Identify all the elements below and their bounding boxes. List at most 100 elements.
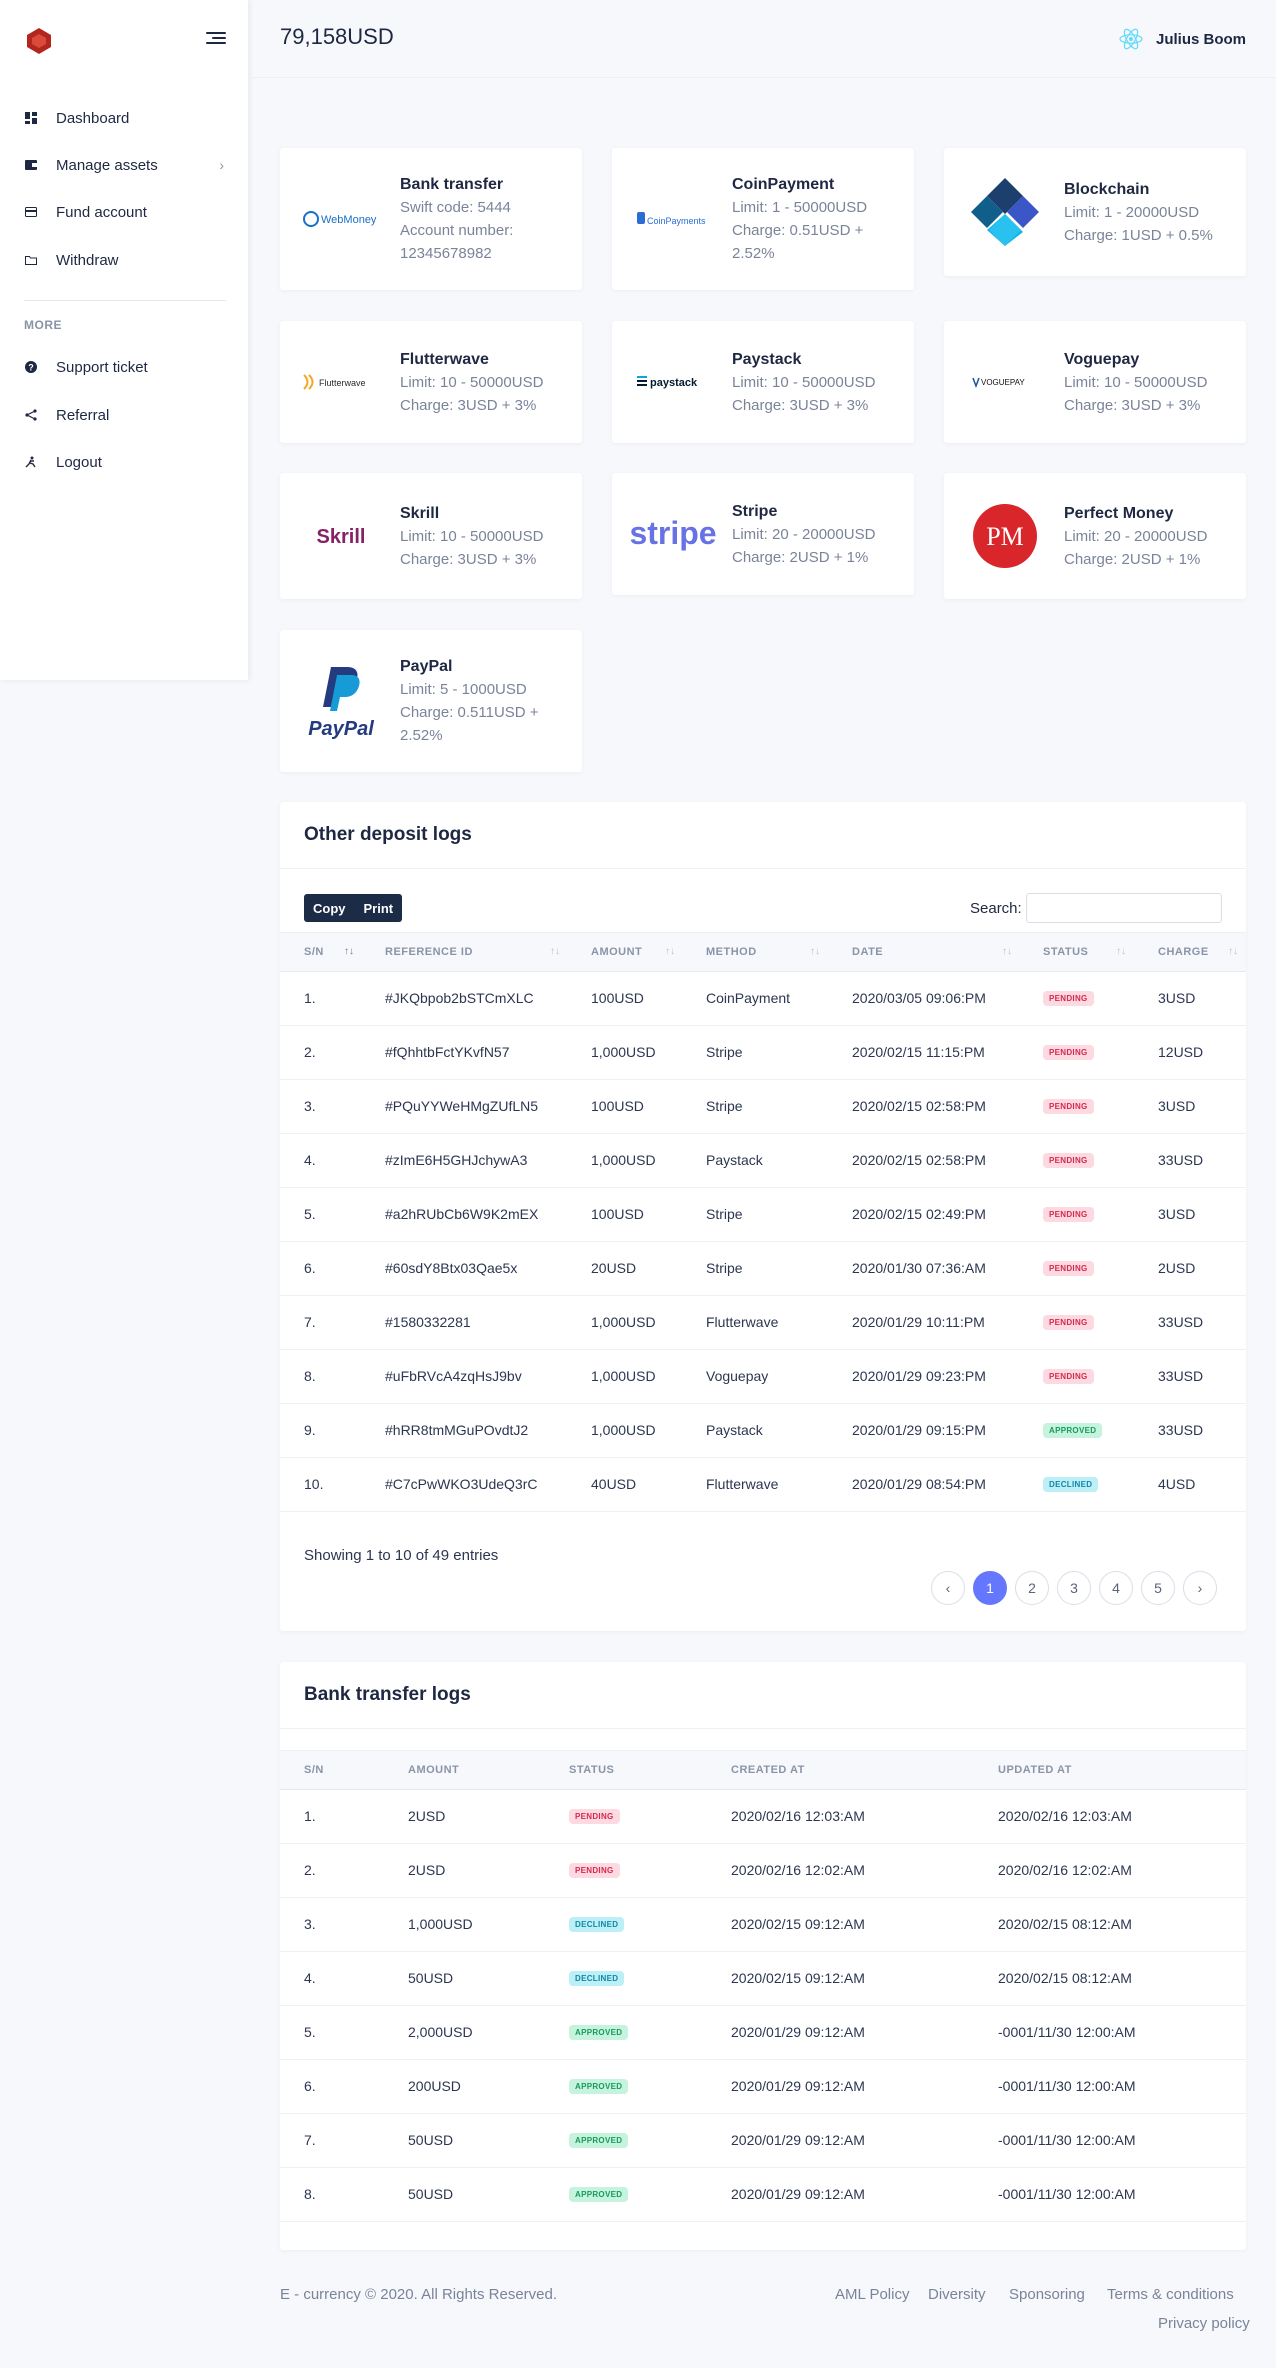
wallet-icon — [24, 158, 38, 172]
table-cell: Stripe — [706, 1098, 743, 1114]
method-card-perfect-money[interactable]: PM Perfect Money Limit: 20 - 20000USD Ch… — [944, 473, 1246, 599]
table-cell: 3. — [304, 1916, 316, 1932]
table-cell: 33USD — [1158, 1422, 1204, 1438]
sidebar-item-label: Logout — [56, 453, 102, 471]
status-badge: PENDING — [1043, 1315, 1094, 1330]
sort-asc-icon[interactable]: ↑↓ — [344, 946, 354, 957]
pagination-next-icon[interactable]: › — [1183, 1571, 1217, 1605]
sidebar-item-manage-assets[interactable]: Manage assets › — [24, 153, 224, 177]
footer-link-privacy-policy[interactable]: Privacy policy — [1158, 2315, 1250, 2332]
column-header: CREATED AT — [731, 1764, 805, 1776]
sidebar-item-fund-account[interactable]: Fund account — [24, 200, 224, 224]
method-card-paypal[interactable]: PayPal PayPal Limit: 5 - 1000USD Charge:… — [280, 630, 582, 772]
column-header: S/N — [304, 1764, 324, 1776]
table-cell: 2020/02/15 09:12:AM — [731, 1970, 865, 1986]
table-cell: 2020/02/15 02:58:PM — [852, 1098, 986, 1114]
table-cell: 2020/02/15 02:49:PM — [852, 1206, 986, 1222]
table-cell: -0001/11/30 12:00:AM — [998, 2186, 1136, 2202]
svg-text:PM: PM — [986, 522, 1024, 551]
table-cell: 2020/03/05 09:06:PM — [852, 990, 986, 1006]
table-cell: #zImE6H5GHJchywA3 — [385, 1152, 528, 1168]
method-card-paystack[interactable]: paystack Paystack Limit: 10 - 50000USD C… — [612, 321, 914, 443]
method-card-skrill[interactable]: Skrill Skrill Limit: 10 - 50000USD Charg… — [280, 473, 582, 599]
method-detail: Limit: 20 - 20000USD — [1064, 527, 1208, 545]
footer-link-diversity[interactable]: Diversity — [928, 2286, 986, 2303]
menu-toggle-icon[interactable] — [206, 29, 226, 47]
table-row: 3. #PQuYYWeHMgZUfLN5 100USD Stripe 2020/02/1… — [280, 1080, 1246, 1134]
table-cell: 2020/01/29 10:11:PM — [852, 1314, 985, 1330]
print-button[interactable]: Print — [355, 901, 403, 916]
method-card-coinpayment[interactable]: CoinPayments CoinPayment Limit: 1 - 5000… — [612, 148, 914, 290]
react-logo-icon — [1119, 28, 1143, 50]
pagination-page[interactable]: 4 — [1099, 1571, 1133, 1605]
table-cell: 50USD — [408, 2186, 454, 2202]
method-detail: Charge: 3USD + 3% — [400, 550, 537, 568]
table-cell: 2020/01/29 09:12:AM — [731, 2078, 865, 2094]
folder-icon — [24, 253, 38, 267]
column-header[interactable]: S/N — [304, 946, 324, 958]
sort-icon[interactable]: ↑↓ — [1002, 946, 1012, 957]
sort-icon[interactable]: ↑↓ — [550, 946, 560, 957]
method-card-flutterwave[interactable]: Flutterwave Flutterwave Limit: 10 - 5000… — [280, 321, 582, 443]
sidebar-item-dashboard[interactable]: Dashboard — [24, 106, 224, 130]
table-cell: 33USD — [1158, 1314, 1204, 1330]
footer-link-terms[interactable]: Terms & conditions — [1107, 2286, 1234, 2303]
panel-title: Bank transfer logs — [304, 1684, 471, 1705]
method-name: Skrill — [400, 504, 440, 522]
sidebar-item-logout[interactable]: Logout — [24, 450, 224, 474]
method-card-blockchain[interactable]: Blockchain Limit: 1 - 20000USD Charge: 1… — [944, 148, 1246, 276]
table-row: 4. #zImE6H5GHJchywA3 1,000USD Paystack 2020/… — [280, 1134, 1246, 1188]
table-cell: 1,000USD — [591, 1422, 656, 1438]
sidebar-item-withdraw[interactable]: Withdraw — [24, 248, 224, 272]
export-buttons: Copy Print — [304, 894, 403, 922]
footer-link-aml-policy[interactable]: AML Policy — [835, 2286, 909, 2303]
pagination-page[interactable]: 1 — [973, 1571, 1007, 1605]
sort-icon[interactable]: ↑↓ — [665, 946, 675, 957]
sidebar-item-support-ticket[interactable]: ? Support ticket — [24, 355, 224, 379]
copy-button[interactable]: Copy — [304, 901, 355, 916]
account-balance: 79,158USD — [280, 24, 394, 49]
sort-icon[interactable]: ↑↓ — [1228, 946, 1238, 957]
sidebar-item-referral[interactable]: Referral — [24, 403, 224, 427]
table-cell: 2020/02/15 11:15:PM — [852, 1044, 985, 1060]
pagination-page[interactable]: 5 — [1141, 1571, 1175, 1605]
column-header[interactable]: AMOUNT — [591, 946, 642, 958]
status-badge: APPROVED — [569, 2187, 629, 2202]
table-row: 5. 2,000USD APPROVED 2020/01/29 09:12:AM -00… — [280, 2006, 1246, 2060]
footer-link-sponsoring[interactable]: Sponsoring — [1009, 2286, 1085, 2303]
sidebar-section-title: MORE — [24, 318, 62, 332]
method-card-voguepay[interactable]: VOGUEPAY Voguepay Limit: 10 - 50000USD C… — [944, 321, 1246, 443]
method-detail: Limit: 10 - 50000USD — [1064, 373, 1208, 391]
method-detail: Limit: 10 - 50000USD — [400, 373, 544, 391]
method-card-bank-transfer[interactable]: WebMoney Bank transfer Swift code: 5444 … — [280, 148, 582, 290]
brand-logo-icon[interactable] — [24, 26, 54, 56]
search-input[interactable] — [1026, 893, 1222, 923]
sidebar-item-label: Support ticket — [56, 358, 148, 376]
method-name: Paystack — [732, 350, 802, 368]
column-header[interactable]: METHOD — [706, 946, 757, 958]
method-card-stripe[interactable]: stripe Stripe Limit: 20 - 20000USD Charg… — [612, 473, 914, 595]
panel-divider — [280, 868, 1246, 869]
column-header[interactable]: CHARGE — [1158, 946, 1209, 958]
column-header[interactable]: REFERENCE ID — [385, 946, 473, 958]
status-badge: APPROVED — [569, 2133, 629, 2148]
pagination-prev-icon[interactable]: ‹ — [931, 1571, 965, 1605]
table-cell: -0001/11/30 12:00:AM — [998, 2078, 1136, 2094]
svg-text:Flutterwave: Flutterwave — [319, 378, 366, 388]
table-cell: 100USD — [591, 990, 644, 1006]
column-header[interactable]: STATUS — [1043, 946, 1088, 958]
method-detail: Limit: 10 - 50000USD — [732, 373, 876, 391]
footer-copyright: E - currency © 2020. All Rights Reserved… — [280, 2286, 558, 2303]
table-row: 7. 50USD APPROVED 2020/01/29 09:12:AM -0001/… — [280, 2114, 1246, 2168]
table-cell: 1. — [304, 990, 316, 1006]
column-header[interactable]: DATE — [852, 946, 883, 958]
sidebar-item-label: Dashboard — [56, 109, 130, 127]
table-row: 8. #uFbRVcA4zqHsJ9bv 1,000USD Voguepay 2020/… — [280, 1350, 1246, 1404]
pagination-page[interactable]: 3 — [1057, 1571, 1091, 1605]
user-menu[interactable]: Julius Boom — [1118, 26, 1246, 52]
status-badge: DECLINED — [569, 1917, 625, 1932]
sort-icon[interactable]: ↑↓ — [1116, 946, 1126, 957]
method-detail: 12345678982 — [400, 245, 492, 262]
sort-icon[interactable]: ↑↓ — [810, 946, 820, 957]
pagination-page[interactable]: 2 — [1015, 1571, 1049, 1605]
